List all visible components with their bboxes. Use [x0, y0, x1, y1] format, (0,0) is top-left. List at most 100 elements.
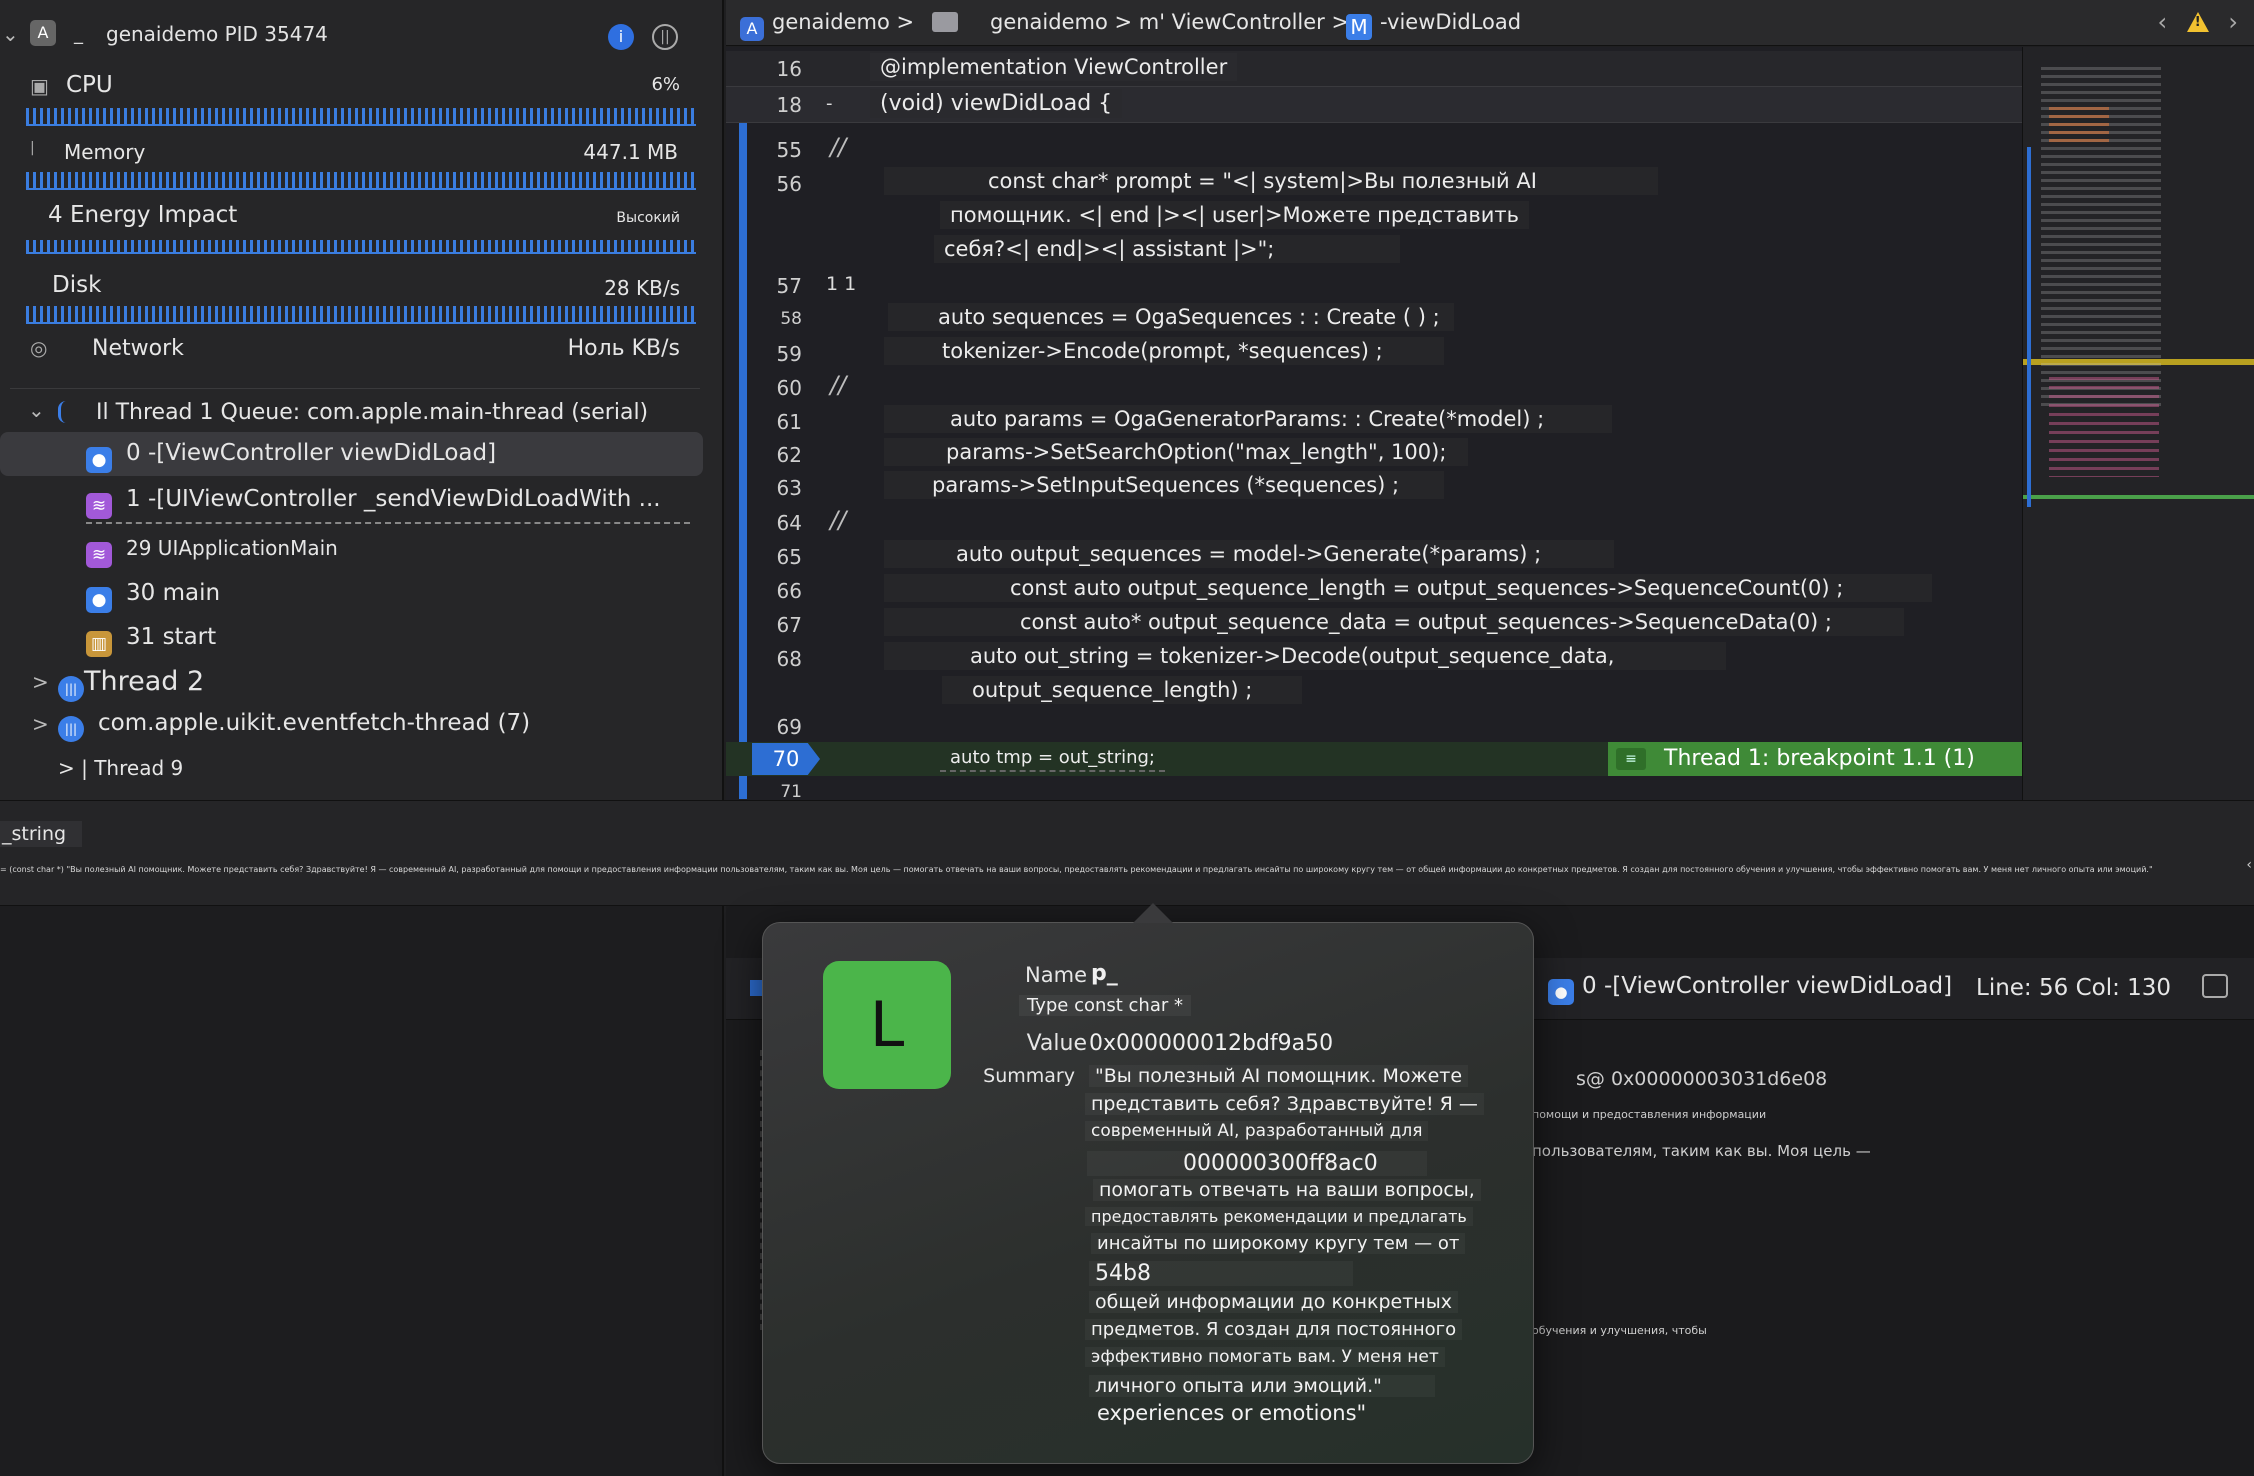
line-number: 57	[776, 274, 802, 298]
cpu-bars	[26, 108, 696, 126]
code-text: (void) viewDidLoad {	[870, 89, 1123, 118]
back-arrow-icon[interactable]: ‹	[2158, 8, 2168, 36]
variables-view[interactable]	[0, 906, 724, 1476]
cpu-gauge[interactable]: ▣ CPU 6%	[26, 72, 696, 132]
thread-2-row[interactable]: ||| Thread 2	[58, 666, 204, 702]
gauge-value: 447.1 MB	[583, 140, 678, 164]
breadcrumb-method[interactable]: M -viewDidLoad	[1346, 10, 1521, 40]
code-line: output_sequence_length) ;	[942, 676, 1302, 704]
xcode-project-icon: A	[740, 17, 764, 41]
crumb-label: genaidemo >	[772, 10, 915, 34]
value-address[interactable]: 0x000000012bdf9a50	[1089, 1031, 1333, 1056]
jump-bar: Agenaidemo > genaidemo > m' ViewControll…	[726, 0, 2254, 46]
forward-arrow-icon[interactable]: ›	[2228, 8, 2238, 36]
line-number: 18	[776, 93, 802, 117]
chevron-right-icon[interactable]: >	[32, 670, 49, 694]
code-line: auto out_string = tokenizer->Decode(outp…	[884, 642, 1726, 670]
fold-marker: -	[826, 93, 833, 114]
toggle-icon[interactable]	[750, 980, 762, 996]
summary-line: личного опыта или эмоций."	[1089, 1375, 1435, 1397]
energy-bars	[26, 240, 696, 254]
person-icon: ●	[86, 447, 112, 473]
summary-line: инсайты по широкому кругу тем — от	[1091, 1233, 1466, 1254]
line-number: 55	[776, 138, 802, 162]
warning-icon[interactable]	[2186, 12, 2209, 32]
hide-panel-icon[interactable]	[2202, 974, 2228, 998]
process-header[interactable]: ⌄ A _ genaidemo PID 35474 i ||	[0, 16, 724, 56]
breadcrumb-folder-icon[interactable]	[932, 10, 958, 34]
code-editor[interactable]: 16 @implementation ViewController 18 - (…	[726, 47, 2022, 800]
debug-navigator: ⌄ A _ genaidemo PID 35474 i || ▣ CPU 6% …	[0, 0, 724, 800]
energy-gauge[interactable]: 4 Energy Impact Высокий	[26, 202, 696, 262]
line-number: 59	[776, 342, 802, 366]
chevron-right-icon[interactable]: >	[32, 712, 49, 736]
code-line: себя?<| end|><| assistant |>";	[934, 235, 1400, 263]
minimap[interactable]	[2022, 47, 2254, 800]
stack-frame-29[interactable]: ≋ 29 UIApplicationMain	[86, 536, 338, 568]
summary-line: эффективно помогать вам. У меня нет	[1085, 1347, 1445, 1367]
variable-name[interactable]: _string	[0, 821, 83, 847]
chevron-down-icon[interactable]: ⌄	[2, 22, 19, 46]
code-text: @implementation ViewController	[870, 53, 1238, 81]
network-gauge[interactable]: ◎ Network Ноль KB/s	[26, 334, 696, 374]
minimap-scroll-indicator	[2027, 147, 2031, 507]
chevron-down-icon[interactable]: ⌄	[28, 398, 45, 422]
line-number: 68	[776, 647, 802, 671]
sticky-header-method[interactable]: 18 - (void) viewDidLoad {	[726, 87, 2022, 123]
thread-icon	[58, 401, 66, 423]
memory-gauge[interactable]: | Memory 447.1 MB	[26, 138, 696, 198]
comment: //	[830, 371, 847, 399]
nav-controls: ‹ ›	[2158, 8, 2239, 36]
stack-frame-30[interactable]: ● 30 main	[86, 580, 220, 613]
info-icon[interactable]: i	[608, 24, 634, 50]
name-key: Name	[1025, 963, 1087, 987]
comment: //	[830, 133, 847, 161]
line-number: 62	[776, 443, 802, 467]
variable-popover[interactable]: L Name p_ Type const char * Value 0x0000…	[762, 903, 1534, 1464]
line-number: 67	[776, 613, 802, 637]
summary-key: Summary	[983, 1065, 1075, 1087]
stack-frame-0[interactable]: ● 0 -[ViewController viewDidLoad]	[86, 440, 496, 473]
thread-1-row[interactable]: Il Thread 1 Queue: com.apple.main-thread…	[58, 400, 648, 425]
collapsed-frames-divider[interactable]	[86, 522, 690, 524]
code-line: params->SetSearchOption("max_length", 10…	[884, 438, 1468, 466]
line-number: 69	[776, 715, 802, 739]
breadcrumb-file[interactable]: genaidemo > m' ViewController >	[990, 10, 1349, 34]
console-text: обучения и улучшения, чтобы	[1532, 1324, 1707, 1337]
pause-thread-icon[interactable]: ||	[652, 24, 678, 50]
summary-line: предметов. Я создан для постоянного	[1085, 1319, 1463, 1340]
summary-line: предоставлять рекомендации и предлагать	[1085, 1207, 1473, 1226]
breadcrumb-project[interactable]: Agenaidemo >	[740, 10, 914, 41]
disk-gauge[interactable]: Disk 28 KB/s	[26, 272, 696, 332]
gauge-value: 6%	[651, 74, 680, 95]
eventfetch-thread-row[interactable]: ||| com.apple.uikit.eventfetch-thread (7)	[58, 710, 530, 742]
stack-frame-1[interactable]: ≋ 1 -[UIViewController _sendViewDidLoadWi…	[86, 486, 661, 519]
line-number: 58	[780, 309, 802, 329]
variable-value-strip: _string = (const char *) "Вы полезный AI…	[0, 800, 2254, 906]
breakpoint-label[interactable]: ≡ Thread 1: breakpoint 1.1 (1)	[1608, 742, 2022, 776]
globe-icon: ◎	[30, 336, 48, 360]
sticky-header-implementation[interactable]: 16 @implementation ViewController	[726, 51, 2022, 87]
code-line: auto output_sequences = model->Generate(…	[884, 540, 1614, 568]
comment: //	[830, 506, 847, 534]
gauge-value: 28 KB/s	[604, 276, 680, 300]
name-value: p_	[1091, 961, 1118, 986]
code-line: auto sequences = OgaSequences : : Create…	[888, 303, 1454, 331]
layers-icon: ≋	[86, 542, 112, 568]
collapse-icon[interactable]: ‹	[2246, 857, 2252, 873]
stack-frame-31[interactable]: ▥ 31 start	[86, 624, 216, 657]
current-frame[interactable]: ● 0 -[ViewController viewDidLoad]	[1548, 973, 1952, 1005]
summary-line: experiences or emotions"	[1097, 1401, 1367, 1425]
process-name: genaidemo PID 35474	[106, 22, 328, 46]
thread-label: com.apple.uikit.eventfetch-thread (7)	[98, 710, 531, 736]
line-number: 65	[776, 545, 802, 569]
summary-line: современный AI, разработанный для	[1085, 1121, 1429, 1141]
memory-bars	[26, 172, 696, 190]
gauge-label: Network	[92, 336, 184, 361]
breakpoint-marker[interactable]: 70	[752, 743, 820, 775]
thread-9-row[interactable]: > | Thread 9	[58, 756, 183, 780]
method-icon: M	[1346, 14, 1372, 40]
frame-label: 0 -[ViewController viewDidLoad]	[1582, 973, 1953, 999]
line-number: 63	[776, 476, 802, 500]
thread-icon: |||	[58, 676, 84, 702]
